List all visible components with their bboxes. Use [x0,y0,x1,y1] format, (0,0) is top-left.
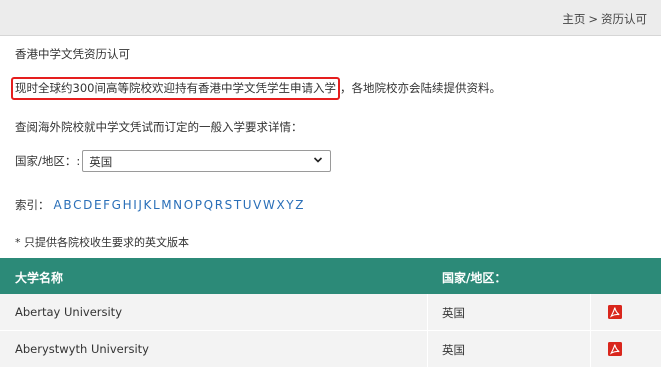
index-letter-f[interactable]: F [103,198,110,212]
index-letter-o[interactable]: O [184,198,193,212]
breadcrumb-separator: > [588,12,598,26]
index-letter-b[interactable]: B [63,198,71,212]
university-name[interactable]: Abertay University [15,305,122,319]
intro-rest-text: ，各地院校亦会陆续提供资料。 [339,81,501,95]
index-letter-n[interactable]: N [173,198,182,212]
index-label: 索引： [15,198,50,212]
index-letter-j[interactable]: J [138,198,142,212]
top-bar: 主页 > 资历认可 [0,0,661,36]
table-header: 大学名称 国家/地区： [0,258,661,294]
index-letter-p[interactable]: P [195,198,202,212]
pdf-cell [591,294,661,330]
index-letter-u[interactable]: U [243,198,252,212]
table-row: Aberystwyth University 英国 [0,331,661,368]
letter-index: 索引： ABCDEFGHIJKLMNOPQRSTUVWXYZ [15,197,305,213]
table-row: Abertay University 英国 [0,294,661,331]
index-letter-h[interactable]: H [123,198,132,212]
index-letter-q[interactable]: Q [204,198,213,212]
header-country: 国家/地区： [442,271,507,285]
index-letter-m[interactable]: M [161,198,171,212]
index-letter-w[interactable]: W [263,198,275,212]
breadcrumb-home-link[interactable]: 主页 [562,12,585,26]
intro-paragraph: 现时全球约300间高等院校欢迎持有香港中学文凭学生申请入学 ，各地院校亦会陆续提供… [11,77,501,100]
breadcrumb-current: 资历认可 [601,12,647,26]
country-cell: 英国 [428,331,591,367]
index-letter-c[interactable]: C [73,198,81,212]
index-letter-v[interactable]: V [253,198,261,212]
university-country: 英国 [442,306,465,320]
country-cell: 英国 [428,294,591,330]
chevron-down-icon [314,157,323,163]
index-letter-d[interactable]: D [83,198,92,212]
university-name[interactable]: Aberystwyth University [15,342,149,356]
pdf-cell [591,331,661,367]
index-letter-a[interactable]: A [54,198,62,212]
page-heading: 香港中学文凭资历认可 [15,47,130,61]
table-body: Abertay University 英国 Aberystwyth Universi… [0,294,661,368]
index-letter-g[interactable]: G [112,198,121,212]
country-filter-row: 国家/地区：: 英国 [15,150,332,172]
english-only-note: * 只提供各院校收生要求的英文版本 [15,236,189,249]
index-letter-e[interactable]: E [94,198,102,212]
pdf-icon[interactable] [608,305,622,319]
index-letter-y[interactable]: Y [286,198,293,212]
index-letter-z[interactable]: Z [295,198,303,212]
pdf-icon[interactable] [608,342,622,356]
header-university-name: 大学名称 [15,271,64,285]
country-filter-label: 国家/地区：: [15,154,81,168]
university-country: 英国 [442,343,465,357]
university-table: 大学名称 国家/地区： Abertay University 英国 Aberystw… [0,258,661,368]
highlighted-intro-text: 现时全球约300间高等院校欢迎持有香港中学文凭学生申请入学 [11,77,340,100]
index-letter-l[interactable]: L [153,198,160,212]
university-cell: Aberystwyth University [0,331,428,367]
index-letters: ABCDEFGHIJKLMNOPQRSTUVWXYZ [54,198,306,212]
query-instruction: 查阅海外院校就中学文凭试而订定的一般入学要求详情： [15,120,303,134]
index-letter-r[interactable]: R [215,198,223,212]
country-select-value: 英国 [89,155,113,169]
index-letter-s[interactable]: S [225,198,233,212]
index-letter-x[interactable]: X [276,198,284,212]
breadcrumb: 主页 > 资历认可 [562,11,647,27]
index-letter-i[interactable]: I [133,198,137,212]
index-letter-t[interactable]: T [234,198,241,212]
country-select[interactable]: 英国 [82,150,332,172]
index-letter-k[interactable]: K [143,198,151,212]
university-cell: Abertay University [0,294,428,330]
